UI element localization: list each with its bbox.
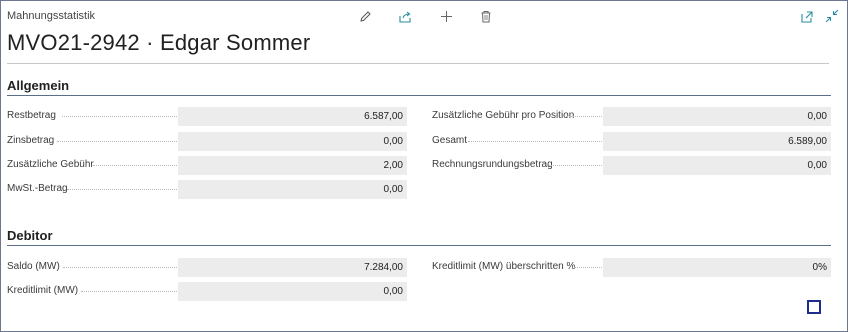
field-value[interactable]: 0,00	[603, 107, 831, 126]
field-zusaetzliche-gebuehr: Zusätzliche Gebühr 2,00	[7, 156, 407, 175]
label-leader	[468, 141, 602, 142]
field-label: MwSt.-Betrag	[7, 183, 68, 194]
header-divider	[7, 63, 829, 64]
field-value[interactable]: 0,00	[178, 282, 407, 301]
open-new-window-icon[interactable]	[799, 8, 815, 24]
label-leader	[67, 189, 177, 190]
field-value[interactable]: 7.284,00	[178, 258, 407, 277]
label-leader	[574, 267, 602, 268]
field-saldo-mw: Saldo (MW) 7.284,00	[7, 258, 407, 277]
checkbox[interactable]	[807, 300, 821, 314]
field-label: Rechnungsrundungsbetrag	[432, 159, 553, 170]
field-gesamt: Gesamt 6.589,00	[432, 132, 832, 151]
field-label: Zusätzliche Gebühr	[7, 159, 94, 170]
field-restbetrag: Restbetrag 6.587,00	[7, 107, 407, 126]
field-label: Gesamt	[432, 135, 468, 146]
field-value[interactable]: 0,00	[178, 180, 407, 199]
add-icon[interactable]	[438, 8, 454, 24]
field-value[interactable]: 2,00	[178, 156, 407, 175]
label-leader	[63, 267, 177, 268]
collapse-icon[interactable]	[824, 8, 840, 24]
field-kreditlimit-ueberschritten: Kreditlimit (MW) überschritten % 0%	[432, 258, 832, 277]
field-value[interactable]: 6.589,00	[603, 132, 831, 151]
section-title-debitor: Debitor	[7, 228, 53, 243]
field-zusaetzliche-gebuehr-pro-position: Zusätzliche Gebühr pro Position 0,00	[432, 107, 832, 126]
label-leader	[62, 116, 177, 117]
field-value[interactable]: 0,00	[178, 132, 407, 151]
field-label: Saldo (MW)	[7, 261, 60, 272]
field-mwst-betrag: MwSt.-Betrag 0,00	[7, 180, 407, 199]
field-label: Zusätzliche Gebühr pro Position	[432, 110, 575, 121]
page-caption: Mahnungsstatistik	[7, 10, 96, 22]
field-label: Restbetrag	[7, 110, 56, 121]
section-divider-debitor	[7, 245, 831, 246]
field-label: Kreditlimit (MW)	[7, 285, 79, 296]
share-icon[interactable]	[397, 8, 413, 24]
field-value[interactable]: 0%	[603, 258, 831, 277]
label-leader	[546, 165, 602, 166]
label-leader	[566, 116, 602, 117]
page-frame: Mahnungsstatistik MVO21-2942 · Edgar Som…	[0, 0, 848, 332]
label-leader	[93, 165, 177, 166]
field-value[interactable]: 0,00	[603, 156, 831, 175]
section-divider-allgemein	[7, 95, 831, 96]
page-title: MVO21-2942 · Edgar Sommer	[7, 30, 311, 55]
field-rechnungsrundungsbetrag: Rechnungsrundungsbetrag 0,00	[432, 156, 832, 175]
label-leader	[57, 141, 177, 142]
label-leader	[81, 291, 177, 292]
field-zinsbetrag: Zinsbetrag 0,00	[7, 132, 407, 151]
section-title-allgemein: Allgemein	[7, 78, 70, 93]
field-label: Kreditlimit (MW) überschritten %	[432, 261, 576, 272]
field-label: Zinsbetrag	[7, 135, 55, 146]
edit-icon[interactable]	[357, 8, 373, 24]
delete-icon[interactable]	[478, 8, 494, 24]
field-kreditlimit-mw: Kreditlimit (MW) 0,00	[7, 282, 407, 301]
field-value[interactable]: 6.587,00	[178, 107, 407, 126]
